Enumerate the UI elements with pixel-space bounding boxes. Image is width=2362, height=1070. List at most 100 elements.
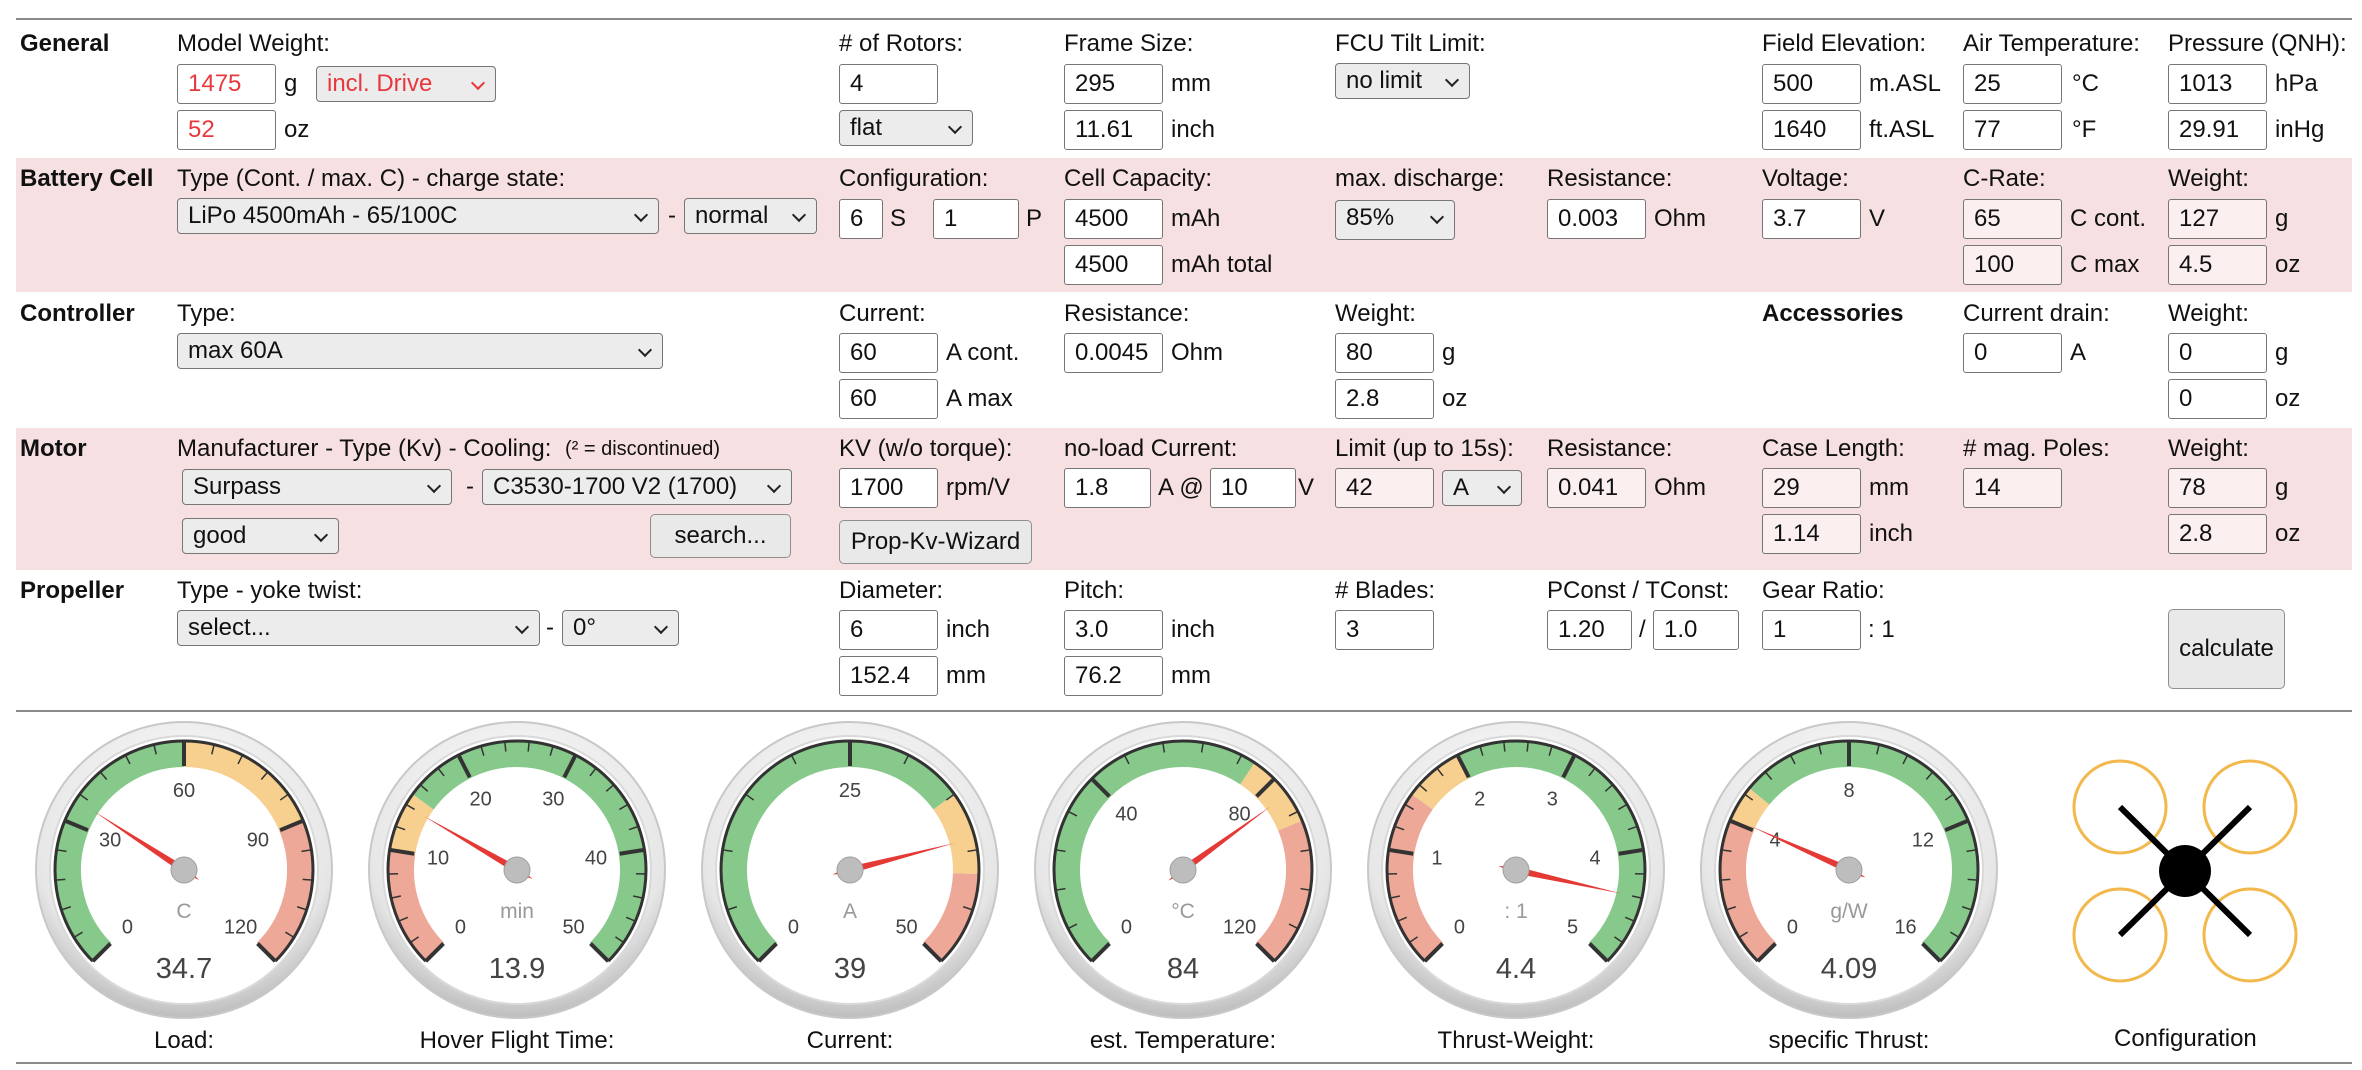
controller-weight-oz-input[interactable]: 2.8 <box>1335 379 1434 419</box>
charge-state-select[interactable]: normal <box>684 198 817 234</box>
gauge-unit: g/W <box>1830 900 1868 923</box>
controller-resistance-input[interactable]: 0.0045 <box>1064 333 1163 373</box>
pressure-hpa-input[interactable]: 1013 <box>2168 64 2267 104</box>
controller-weight-label: Weight: <box>1335 300 1416 327</box>
battery-weight-oz-input[interactable]: 4.5 <box>2168 245 2267 285</box>
configuration-label: Configuration <box>2114 1025 2257 1052</box>
pitch-mm-input[interactable]: 76.2 <box>1064 656 1163 696</box>
gear-ratio-input[interactable]: 1 <box>1762 610 1861 650</box>
cooling-select[interactable]: good <box>182 518 339 554</box>
diameter-inch-input[interactable]: 6 <box>839 610 938 650</box>
elevation-m-input[interactable]: 500 <box>1762 64 1861 104</box>
accessories-weight-g-input[interactable]: 0 <box>2168 333 2267 373</box>
no-load-voltage-input[interactable]: 10 <box>1210 468 1296 508</box>
unit-mm: mm <box>1171 70 1211 97</box>
unit-oz: oz <box>1442 385 1468 412</box>
diameter-mm-input[interactable]: 152.4 <box>839 656 938 696</box>
gauge-tick-label: 50 <box>895 917 917 939</box>
gauge-tick-label: 120 <box>224 917 257 939</box>
capacity-input[interactable]: 4500 <box>1064 199 1163 239</box>
unit-inch: inch <box>1869 520 1914 547</box>
battery-resistance-input[interactable]: 0.003 <box>1547 199 1646 239</box>
frame-inch-input[interactable]: 11.61 <box>1064 110 1163 150</box>
gauge-label: specific Thrust: <box>1769 1027 1930 1054</box>
motor-resistance-input[interactable]: 0.041 <box>1547 468 1646 508</box>
max-discharge-label: max. discharge: <box>1335 165 1505 192</box>
tconst-input[interactable]: 1.0 <box>1653 610 1739 650</box>
current-max-input[interactable]: 60 <box>839 379 938 419</box>
model-weight-g-input[interactable]: 1475 <box>177 64 276 104</box>
controller-weight-g-input[interactable]: 80 <box>1335 333 1434 373</box>
kv-input[interactable]: 1700 <box>839 468 938 508</box>
voltage-input[interactable]: 3.7 <box>1762 199 1861 239</box>
unit-v: V <box>1869 205 1886 232</box>
c-cont-input[interactable]: 65 <box>1963 199 2062 239</box>
no-load-current-input[interactable]: 1.8 <box>1064 468 1151 508</box>
pitch-label: Pitch: <box>1064 577 1125 604</box>
gauge-label: Thrust-Weight: <box>1438 1027 1595 1054</box>
elevation-ft-input[interactable]: 1640 <box>1762 110 1861 150</box>
gauge-tick-label: 0 <box>1121 917 1132 939</box>
battery-weight-g-input[interactable]: 127 <box>2168 199 2267 239</box>
motor-weight-g-input[interactable]: 78 <box>2168 468 2267 508</box>
gauge-value: 4.09 <box>1821 953 1877 985</box>
cells-p-input[interactable]: 1 <box>933 199 1019 239</box>
frame-mm-input[interactable]: 295 <box>1064 64 1163 104</box>
unit-mm: mm <box>1171 662 1211 689</box>
pressure-inhg-input[interactable]: 29.91 <box>2168 110 2267 150</box>
tilt-limit-select[interactable]: no limit <box>1335 63 1470 99</box>
motor-search-button[interactable]: search... <box>650 514 791 558</box>
unit-ohm: Ohm <box>1171 339 1224 366</box>
model-weight-oz-input[interactable]: 52 <box>177 110 276 150</box>
case-length-label: Case Length: <box>1762 435 1905 462</box>
unit-ohm: Ohm <box>1654 474 1707 501</box>
rotors-input[interactable]: 4 <box>839 64 938 104</box>
temp-f-input[interactable]: 77 <box>1963 110 2062 150</box>
pitch-inch-input[interactable]: 3.0 <box>1064 610 1163 650</box>
gauge-tick-label: 0 <box>1787 917 1798 939</box>
unit-a-cont: A cont. <box>946 339 1020 366</box>
gauge-label: Current: <box>807 1027 894 1054</box>
blades-input[interactable]: 3 <box>1335 610 1434 650</box>
controller-type-select[interactable]: max 60A <box>177 333 663 369</box>
unit-g: g <box>2275 205 2289 232</box>
gauge-unit: C <box>176 900 191 923</box>
accessories-weight-oz-input[interactable]: 0 <box>2168 379 2267 419</box>
pconst-input[interactable]: 1.20 <box>1547 610 1632 650</box>
motor-manufacturer-select[interactable]: Surpass <box>182 469 452 505</box>
motor-weight-oz-input[interactable]: 2.8 <box>2168 514 2267 554</box>
unit-v: V <box>1298 474 1315 501</box>
max-discharge-select[interactable]: 85% <box>1335 200 1455 240</box>
bottom-divider <box>16 1062 2352 1064</box>
battery-type-select[interactable]: LiPo 4500mAh - 65/100C <box>177 198 659 234</box>
mag-poles-input[interactable]: 14 <box>1963 468 2062 508</box>
capacity-total-input[interactable]: 4500 <box>1064 245 1163 285</box>
unit-hpa: hPa <box>2275 70 2318 97</box>
current-drain-input[interactable]: 0 <box>1963 333 2062 373</box>
unit-a-max: A max <box>946 385 1013 412</box>
drive-select[interactable]: incl. Drive <box>316 66 496 102</box>
arrangement-select[interactable]: flat <box>839 110 973 146</box>
temp-c-input[interactable]: 25 <box>1963 64 2062 104</box>
gauge-3: 0 25 50 A 39 Current: <box>701 721 999 1054</box>
limit-unit-select[interactable]: A <box>1442 470 1522 506</box>
prop-type-select[interactable]: select... <box>177 610 540 646</box>
yoke-twist-select[interactable]: 0° <box>562 610 679 646</box>
unit-inch: inch <box>946 616 991 643</box>
c-max-input[interactable]: 100 <box>1963 245 2062 285</box>
gauge-label: est. Temperature: <box>1090 1027 1276 1054</box>
gauge-tick-label: 50 <box>562 917 584 939</box>
unit-g: g <box>284 70 298 97</box>
prop-kv-wizard-button[interactable]: Prop-Kv-Wizard <box>839 520 1032 564</box>
current-cont-input[interactable]: 60 <box>839 333 938 373</box>
limit-input[interactable]: 42 <box>1335 468 1434 508</box>
unit-oz: oz <box>2275 251 2301 278</box>
gear-ratio-unit: : 1 <box>1868 616 1895 643</box>
calculate-button[interactable]: calculate <box>2168 609 2285 689</box>
case-length-inch-input[interactable]: 1.14 <box>1762 514 1861 554</box>
cells-s-input[interactable]: 6 <box>839 199 883 239</box>
gauge-6: 0 4 8 12 16 g/W 4.09 specific Thrust: <box>1700 721 1998 1054</box>
motor-type-select[interactable]: C3530-1700 V2 (1700) <box>482 469 792 505</box>
quad-x-configuration-icon <box>2072 759 2298 983</box>
case-length-mm-input[interactable]: 29 <box>1762 468 1861 508</box>
